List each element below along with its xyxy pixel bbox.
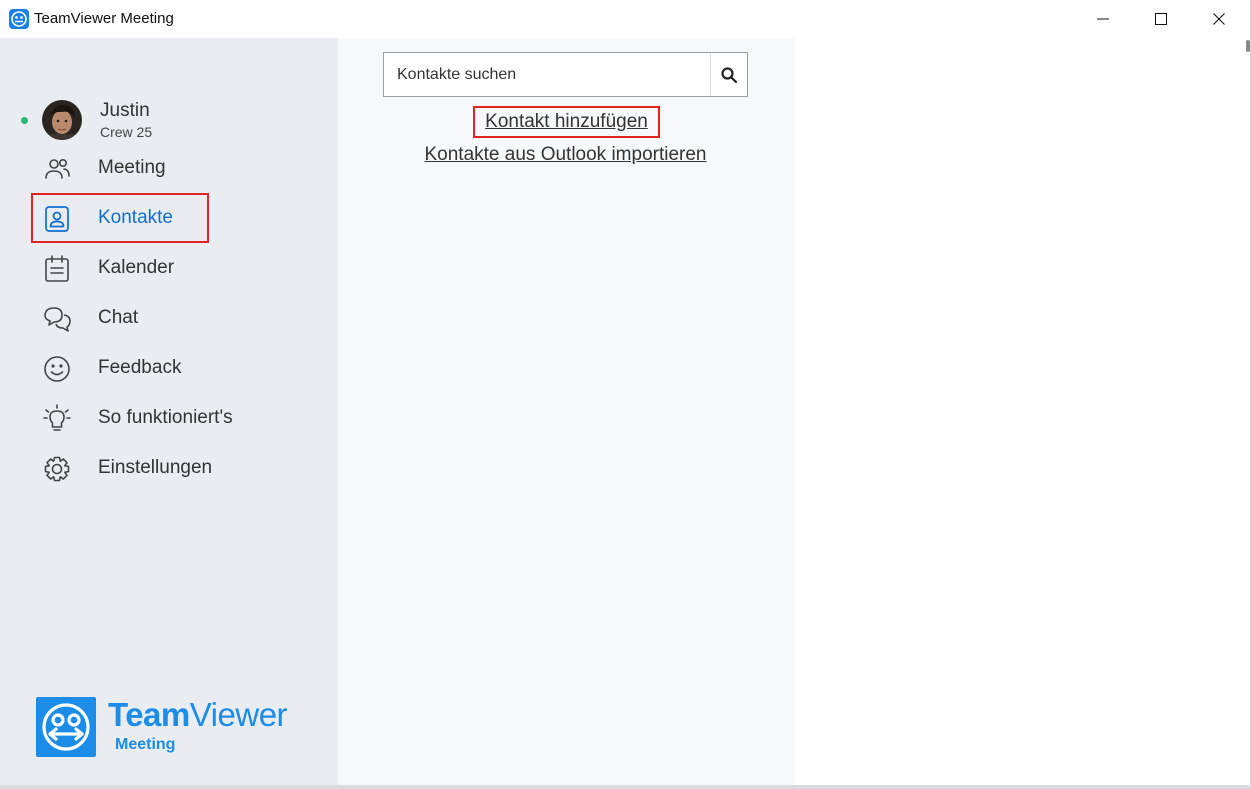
teamviewer-logo-icon — [36, 697, 96, 757]
sidebar-item-feedback[interactable]: Feedback — [30, 343, 320, 393]
logo-wordmark: TeamViewer — [108, 696, 288, 733]
profile-name: Justin — [100, 100, 150, 121]
search-icon — [721, 66, 738, 83]
logo-subtitle: Meeting — [115, 736, 176, 753]
contacts-panel: Kontakt hinzufügen Kontakte aus Outlook … — [338, 38, 795, 785]
sidebar-item-label: Kontakte — [98, 207, 173, 228]
sidebar-item-how-it-works[interactable]: So funktioniert's — [30, 393, 320, 443]
maximize-icon — [1155, 13, 1167, 25]
title-bar: TeamViewer Meeting — [0, 0, 1251, 38]
sidebar-item-label: Feedback — [98, 357, 182, 378]
maximize-button[interactable] — [1132, 0, 1190, 38]
sidebar-item-meeting[interactable]: Meeting — [30, 143, 320, 193]
contact-search-box — [383, 52, 748, 97]
gear-icon — [42, 454, 72, 484]
profile-subtitle: Crew 25 — [100, 124, 153, 140]
user-profile[interactable]: Justin Crew 25 — [18, 96, 318, 144]
content-area — [795, 38, 1251, 785]
close-icon — [1213, 13, 1225, 25]
close-button[interactable] — [1190, 0, 1248, 38]
search-button[interactable] — [710, 53, 747, 96]
import-outlook-contacts-link[interactable]: Kontakte aus Outlook importieren — [378, 142, 753, 168]
teamviewer-app-icon — [9, 9, 29, 29]
online-status-dot — [21, 117, 28, 124]
contact-search-input[interactable] — [384, 53, 711, 96]
sidebar-item-label: Chat — [98, 307, 139, 328]
avatar[interactable] — [42, 100, 82, 140]
sidebar-item-kalender[interactable]: Kalender — [30, 243, 320, 293]
smiley-icon — [42, 354, 72, 384]
sidebar-item-einstellungen[interactable]: Einstellungen — [30, 443, 320, 493]
sidebar-item-label: Einstellungen — [98, 457, 213, 478]
window-title: TeamViewer Meeting — [34, 10, 174, 27]
lightbulb-icon — [42, 404, 72, 434]
sidebar-item-label: Meeting — [98, 157, 166, 178]
contact-card-icon — [42, 204, 72, 234]
sidebar-item-chat[interactable]: Chat — [30, 293, 320, 343]
add-contact-link[interactable]: Kontakt hinzufügen — [473, 106, 660, 138]
minimize-icon — [1097, 18, 1109, 20]
minimize-button[interactable] — [1074, 0, 1132, 38]
chat-bubbles-icon — [42, 304, 72, 334]
sidebar-item-kontakte[interactable]: Kontakte — [30, 193, 320, 243]
calendar-icon — [42, 254, 72, 284]
teamviewer-meeting-logo: TeamViewer Meeting — [36, 696, 316, 758]
window-bottom-border — [0, 785, 1251, 789]
sidebar-item-label: Kalender — [98, 257, 175, 278]
sidebar: Justin Crew 25 Meeting Kontakte Kalender… — [0, 38, 338, 785]
people-icon — [42, 154, 72, 184]
sidebar-item-label: So funktioniert's — [98, 407, 233, 428]
